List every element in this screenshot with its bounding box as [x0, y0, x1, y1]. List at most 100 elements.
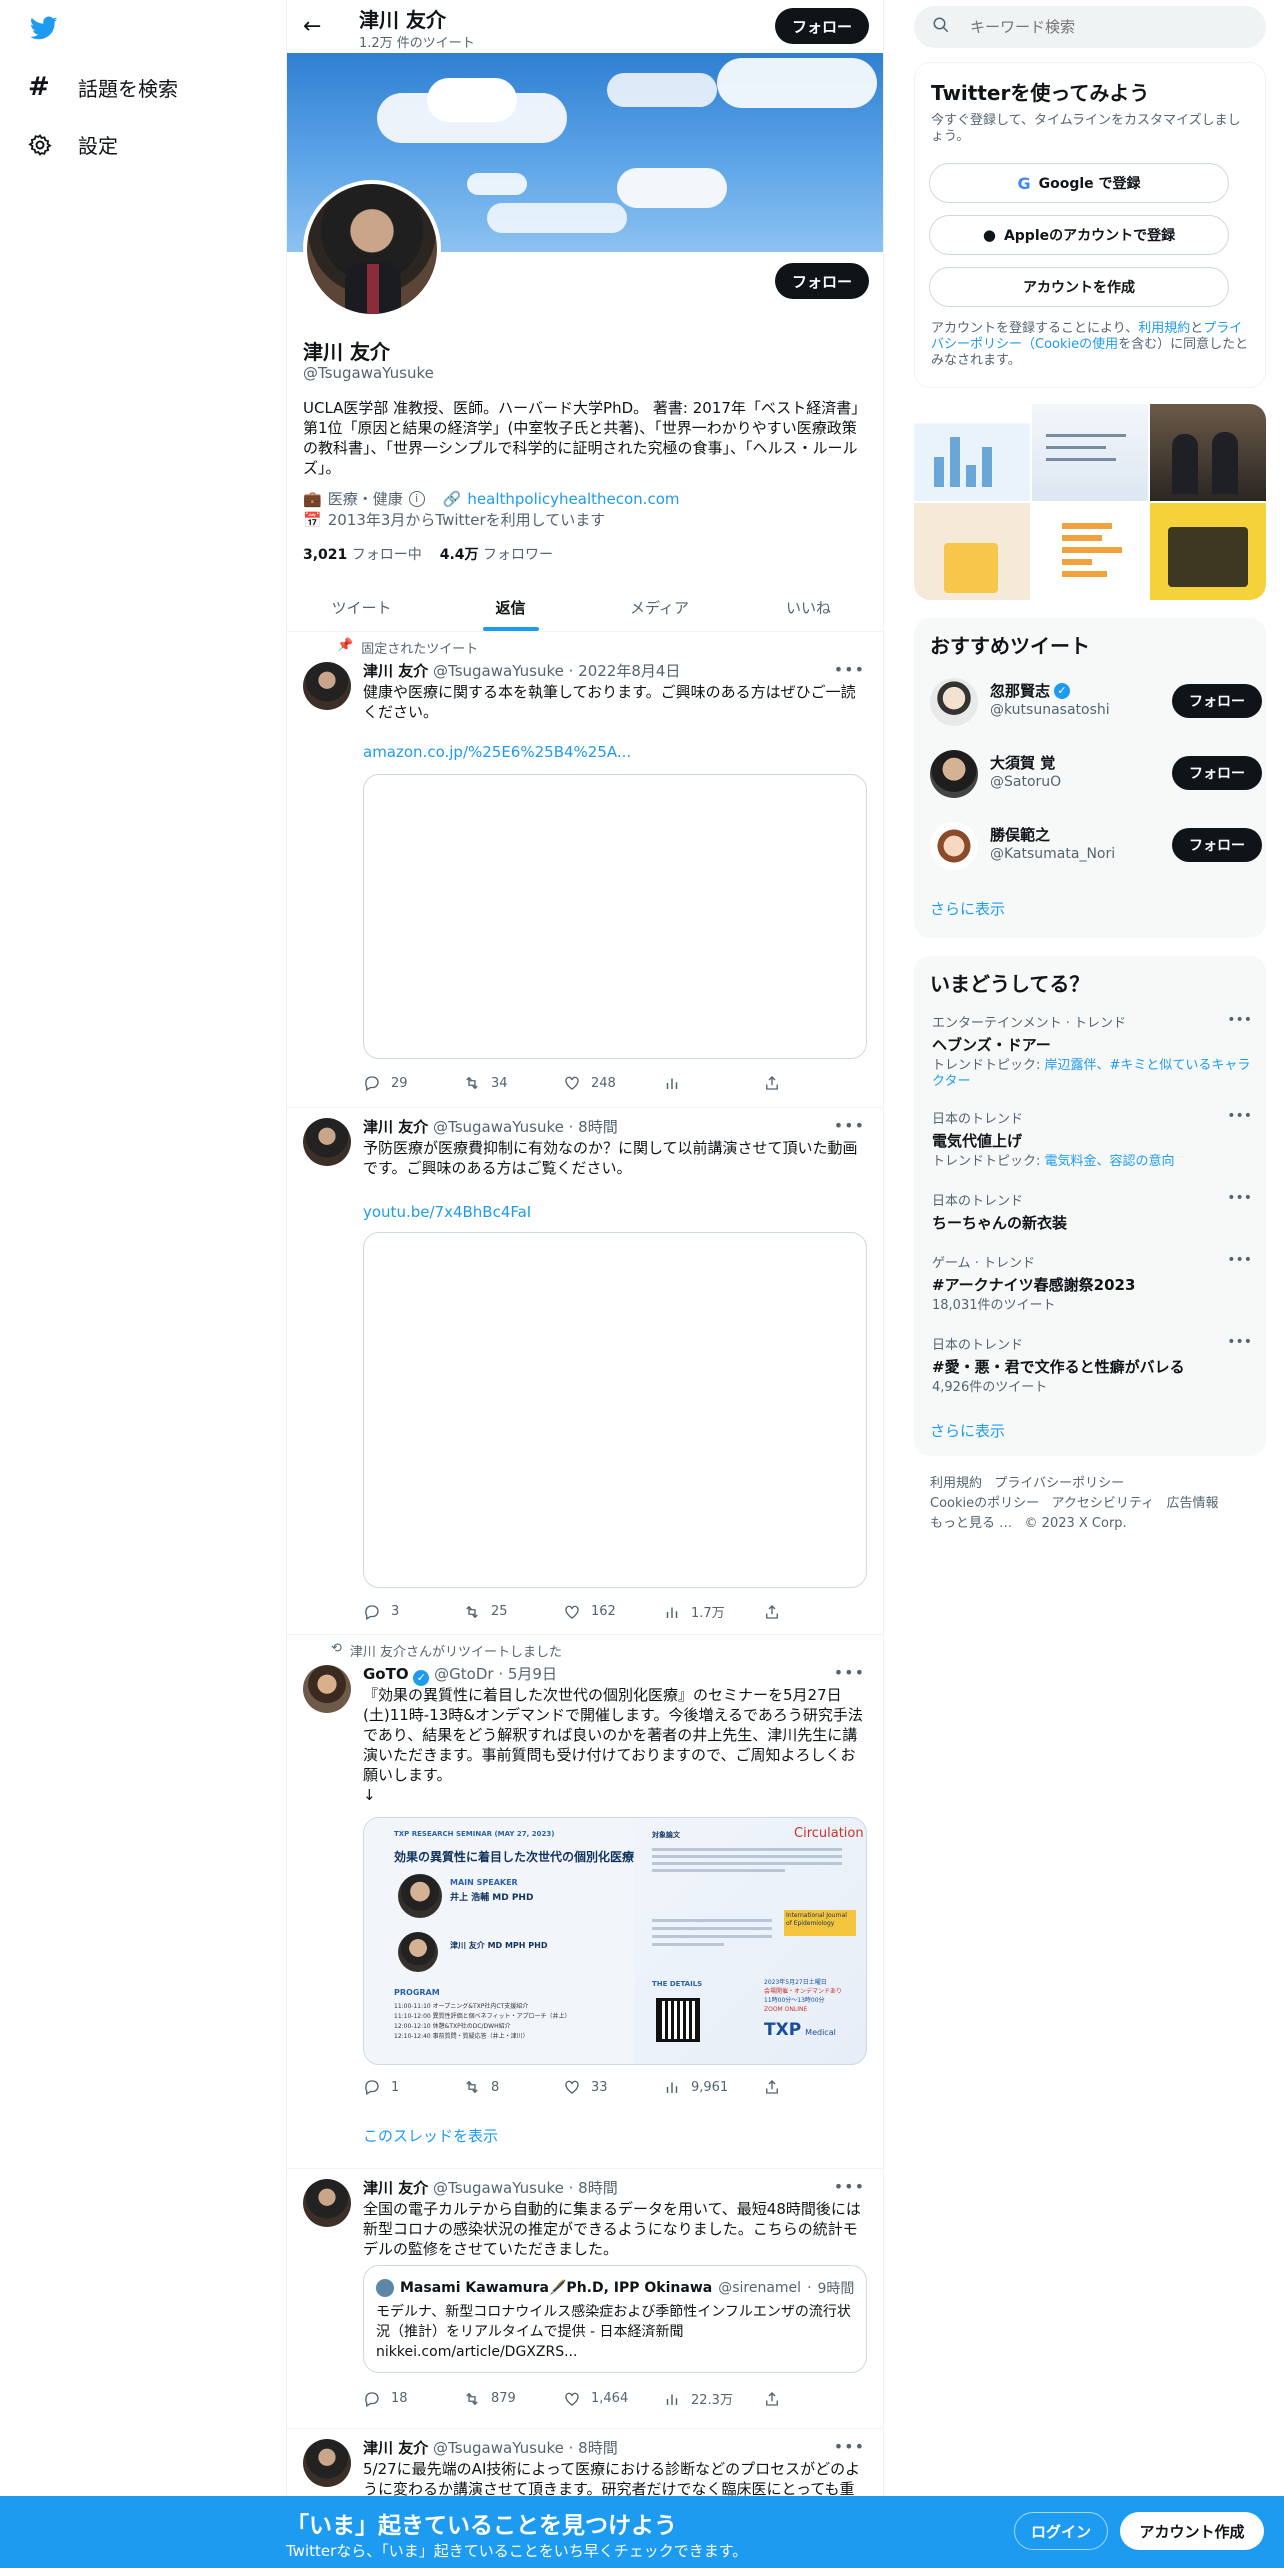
quote-tweet-card[interactable]: Masami Kawamura🖋️Ph.D, IPP Okinawa @sire…	[363, 2265, 867, 2373]
footer-link-accessibility[interactable]: アクセシビリティ	[1052, 1496, 1155, 1511]
tab-media[interactable]: メディア	[585, 582, 734, 631]
more-options-icon[interactable]: •••	[834, 2437, 865, 2456]
create-account-button[interactable]: アカウントを作成	[929, 267, 1229, 307]
trend-topic-links[interactable]: 電気料金、容認の意向	[1045, 1154, 1175, 1169]
views-button[interactable]: 9,961	[663, 2078, 733, 2096]
reply-button[interactable]: 3	[363, 1602, 433, 1621]
like-button[interactable]: 1,464	[563, 2389, 633, 2408]
media-thumbnail[interactable]	[1032, 503, 1148, 600]
share-button[interactable]	[763, 2389, 783, 2408]
tweet-time[interactable]: 2022年8月4日	[578, 662, 680, 680]
footer-link-ads[interactable]: 広告情報	[1167, 1496, 1219, 1511]
recommended-show-more[interactable]: さらに表示	[930, 898, 1005, 919]
more-options-icon[interactable]: •••	[1227, 1012, 1252, 1028]
recommended-user[interactable]: 忽那賢志 ✓ @kutsunasatoshi フォロー	[930, 674, 1262, 730]
views-button[interactable]: 22.3万	[663, 2389, 733, 2408]
follow-button[interactable]: フォロー	[1172, 684, 1262, 718]
retweet-button[interactable]: 34	[463, 1074, 533, 1092]
twitter-logo-icon[interactable]	[28, 14, 60, 46]
tweet-link-card[interactable]	[363, 1232, 867, 1588]
more-options-icon[interactable]: •••	[1227, 1108, 1252, 1124]
tweet[interactable]: 津川 友介 @TsugawaYusuke · 8時間 ••• 全国の電子カルテか…	[287, 2169, 883, 2429]
more-options-icon[interactable]: •••	[834, 1116, 865, 1135]
more-options-icon[interactable]: •••	[1227, 1190, 1252, 1206]
nav-explore[interactable]: # 話題を検索	[28, 72, 178, 102]
more-options-icon[interactable]: •••	[1227, 1334, 1252, 1350]
tweet-avatar[interactable]	[303, 2439, 351, 2487]
tweet-image-poster[interactable]: TXP RESEARCH SEMINAR (MAY 27, 2023) 効果の異…	[363, 1817, 867, 2065]
terms-link[interactable]: 利用規約	[1138, 321, 1190, 336]
like-button[interactable]: 162	[563, 1602, 633, 1621]
nav-settings[interactable]: 設定	[28, 130, 118, 159]
tweet-author-name[interactable]: GoTO	[363, 1665, 409, 1683]
media-thumbnail[interactable]	[914, 404, 1030, 501]
tab-tweets[interactable]: ツイート	[287, 582, 436, 631]
tweet-author-name[interactable]: 津川 友介	[363, 2439, 428, 2457]
trend-item[interactable]: ゲーム · トレンド #アークナイツ春感謝祭2023 18,031件のツイート …	[932, 1252, 1252, 1314]
tweet-author-name[interactable]: 津川 友介	[363, 1118, 428, 1136]
back-arrow-icon[interactable]: ←	[303, 14, 321, 39]
trends-show-more[interactable]: さらに表示	[930, 1420, 1005, 1441]
share-button[interactable]	[763, 1074, 783, 1092]
tweet-link-card[interactable]	[363, 774, 867, 1059]
trend-item[interactable]: 日本のトレンド 電気代値上げ トレンドトピック: 電気料金、容認の意向 •••	[932, 1108, 1252, 1170]
tweet-time[interactable]: 8時間	[578, 1118, 618, 1136]
tweet-author-name[interactable]: 津川 友介	[363, 2179, 428, 2197]
more-options-icon[interactable]: •••	[834, 660, 865, 679]
tab-likes[interactable]: いいね	[734, 582, 883, 631]
profile-avatar[interactable]	[303, 180, 441, 318]
tweet-time[interactable]: 8時間	[578, 2439, 618, 2457]
tweet-author-name[interactable]: 津川 友介	[363, 662, 428, 680]
tweet-avatar[interactable]	[303, 2179, 351, 2227]
follow-button[interactable]: フォロー	[1172, 756, 1262, 790]
reply-button[interactable]: 18	[363, 2389, 433, 2408]
more-options-icon[interactable]: •••	[834, 1663, 865, 1682]
header-follow-button[interactable]: フォロー	[775, 8, 869, 44]
apple-signup-button[interactable]: ● Appleのアカウントで登録	[929, 215, 1229, 255]
tweet-avatar[interactable]	[303, 1665, 351, 1713]
tweet-time[interactable]: 8時間	[578, 2179, 618, 2197]
google-signup-button[interactable]: G Google で登録	[929, 163, 1229, 203]
more-options-icon[interactable]: •••	[834, 2177, 865, 2196]
tweet-link[interactable]: youtu.be/7x4BhBc4FaI	[363, 1202, 867, 1222]
followers-link[interactable]: 4.4万 フォロワー	[440, 544, 553, 564]
tweet-avatar[interactable]	[303, 1118, 351, 1166]
views-button[interactable]	[663, 1074, 733, 1092]
profile-website[interactable]: healthpolicyhealthecon.com	[467, 490, 679, 508]
reply-button[interactable]: 1	[363, 2078, 433, 2096]
reply-button[interactable]: 29	[363, 1074, 433, 1092]
tweet-pinned[interactable]: 📌 固定されたツイート 津川 友介 @TsugawaYusuke · 2022年…	[287, 632, 883, 1108]
footer-link-more[interactable]: もっと見る …	[930, 1516, 1012, 1531]
following-link[interactable]: 3,021 フォロー中	[303, 544, 422, 564]
recommended-user[interactable]: 大須賀 覚 @SatoruO フォロー	[930, 746, 1262, 802]
share-button[interactable]	[763, 1602, 783, 1621]
media-thumbnail[interactable]	[1032, 404, 1148, 501]
tweet-avatar[interactable]	[303, 662, 351, 710]
profile-follow-button[interactable]: フォロー	[775, 263, 869, 299]
media-thumbnail[interactable]	[1150, 404, 1266, 501]
trend-item[interactable]: 日本のトレンド ちーちゃんの新衣装 •••	[932, 1190, 1252, 1233]
footer-link-terms[interactable]: 利用規約	[930, 1476, 982, 1491]
share-button[interactable]	[763, 2078, 783, 2096]
tab-replies[interactable]: 返信	[436, 582, 585, 631]
footer-link-cookie[interactable]: Cookieのポリシー	[930, 1496, 1039, 1511]
retweet-button[interactable]: 25	[463, 1602, 533, 1621]
media-thumbnail[interactable]	[914, 503, 1030, 600]
tweet-link[interactable]: amazon.co.jp/%25E6%25B4%25A...	[363, 742, 867, 762]
views-button[interactable]: 1.7万	[663, 1602, 733, 1621]
tweet-time[interactable]: 5月9日	[508, 1665, 557, 1683]
retweet-button[interactable]: 8	[463, 2078, 533, 2096]
like-button[interactable]: 248	[563, 1074, 633, 1092]
signup-button[interactable]: アカウント作成	[1120, 2512, 1264, 2550]
tweet-retweeted[interactable]: ⟲ 津川 友介さんがリツイートしました GoTO ✓ @GtoDr · 5月9日…	[287, 1635, 883, 2169]
media-thumbnail[interactable]	[1150, 503, 1266, 600]
info-icon[interactable]: i	[408, 490, 425, 507]
more-options-icon[interactable]: •••	[1227, 1252, 1252, 1268]
search-bar[interactable]	[914, 6, 1266, 48]
retweet-button[interactable]: 879	[463, 2389, 533, 2408]
show-thread-link[interactable]: このスレッドを表示	[363, 2125, 498, 2146]
like-button[interactable]: 33	[563, 2078, 633, 2096]
trend-item[interactable]: 日本のトレンド #愛・悪・君で文作ると性癖がバレる 4,926件のツイート ••…	[932, 1334, 1252, 1396]
recommended-user[interactable]: 勝俣範之 @Katsumata_Nori フォロー	[930, 818, 1262, 874]
search-input[interactable]	[970, 16, 1240, 38]
